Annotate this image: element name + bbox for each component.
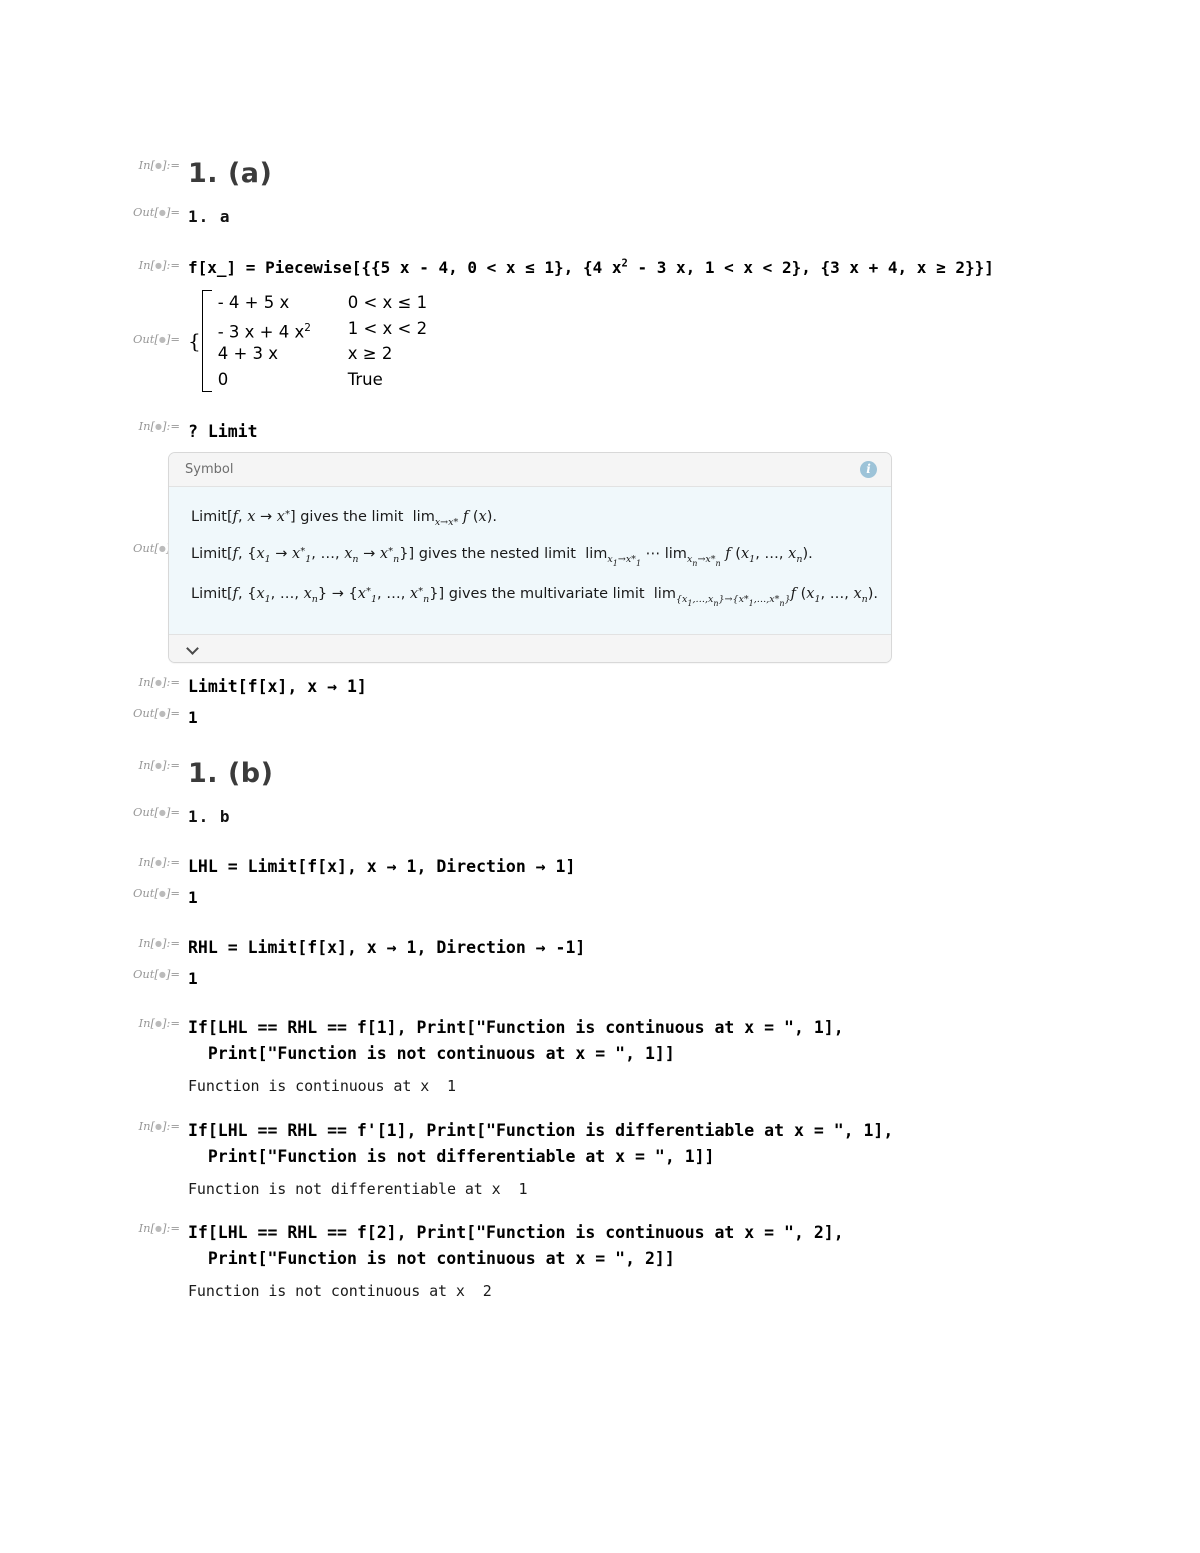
- cell-lhl-output[interactable]: Out[●]= 1: [128, 886, 1028, 907]
- piecewise-exponent: 2: [304, 321, 311, 334]
- cell-piecewise-output[interactable]: Out[●]= { - 4 + 5 x 0 < x ≤ 1 - 3 x + 4 …: [128, 290, 1028, 392]
- cell-title-a-input[interactable]: In[●]:= 1. (a): [128, 158, 1028, 189]
- help-query-code: ? Limit: [188, 422, 258, 441]
- lhl-result: 1: [188, 888, 198, 907]
- cell-title-b-input[interactable]: In[●]:= 1. (b): [128, 758, 1028, 789]
- if-differentiable-line1: If[LHL == RHL == f'[1], Print["Function …: [188, 1121, 894, 1140]
- doc-line-single-limit: Limit[f, x → x*] gives the limit limx→x*…: [191, 509, 497, 528]
- in-label: In[●]:=: [138, 1016, 180, 1030]
- out-label: Out[●]=: [132, 886, 180, 900]
- title-b-text: 1. (b): [188, 758, 274, 789]
- info-icon[interactable]: i: [860, 461, 877, 478]
- piecewise-rows: - 4 + 5 x 0 < x ≤ 1 - 3 x + 4 x2 1 < x <…: [218, 290, 427, 392]
- cell-if-continuity-1-input[interactable]: In[●]:= If[LHL == RHL == f[1], Print["Fu…: [128, 1015, 1188, 1066]
- if-continuity-1-line1: If[LHL == RHL == f[1], Print["Function i…: [188, 1018, 844, 1037]
- cell-help-query-input[interactable]: In[●]:= ? Limit: [128, 419, 1028, 445]
- print-output-not-differentiable: Function is not differentiable at x 1: [188, 1180, 528, 1198]
- cell-limit-output[interactable]: Out[●]= 1: [128, 706, 1028, 727]
- piecewise-condition: 1 < x < 2: [347, 318, 428, 338]
- cell-lhl-input[interactable]: In[●]:= LHL = Limit[f[x], x → 1, Directi…: [128, 854, 1028, 880]
- piecewise-expr: 4 + 3 x: [217, 344, 279, 364]
- cell-limit-input[interactable]: In[●]:= Limit[f[x], x → 1]: [128, 674, 1028, 700]
- doc-line-nested-limit: Limit[f, {x1 → x*1, …, xn → x*n}] gives …: [191, 545, 813, 568]
- piecewise-expr: - 3 x + 4 x2: [217, 321, 311, 342]
- doc-expand-footer[interactable]: [169, 633, 891, 662]
- piecewise-code-text: f[x_] = Piecewise[{{5 x - 4, 0 < x ≤ 1},…: [188, 258, 994, 278]
- piecewise-expr: 0: [217, 369, 229, 389]
- piecewise-brace: {: [188, 329, 201, 353]
- piecewise-matrix: { - 4 + 5 x 0 < x ≤ 1 - 3 x + 4 x2 1 < x…: [188, 290, 1028, 392]
- piecewise-condition: x ≥ 2: [347, 344, 393, 364]
- in-label: In[●]:=: [138, 1221, 180, 1235]
- lhl-code: LHL = Limit[f[x], x → 1, Direction → 1]: [188, 857, 576, 876]
- cell-title-b-output[interactable]: Out[●]= 1. b: [128, 805, 1028, 826]
- if-continuity-1-line2: Print["Function is not continuous at x =…: [188, 1043, 675, 1063]
- if-continuity-2-line2: Print["Function is not continuous at x =…: [188, 1248, 675, 1268]
- limit-result: 1: [188, 708, 198, 727]
- in-label: In[●]:=: [138, 258, 180, 272]
- print-output-continuous-1: Function is continuous at x 1: [188, 1077, 456, 1095]
- in-label: In[●]:=: [138, 758, 180, 772]
- cell-piecewise-input[interactable]: In[●]:= f[x_] = Piecewise[{{5 x - 4, 0 <…: [128, 256, 1168, 281]
- doc-body: Limit[f, x → x*] gives the limit limx→x*…: [169, 487, 891, 634]
- doc-line-multivariate-limit: Limit[f, {x1, …, xn} → {x*1, …, x*n}] gi…: [191, 585, 879, 608]
- cell-if-continuity-1-print[interactable]: Function is continuous at x 1: [128, 1077, 1028, 1095]
- title-a-text: 1. (a): [188, 158, 273, 189]
- cell-if-continuity-2-input[interactable]: In[●]:= If[LHL == RHL == f[2], Print["Fu…: [128, 1220, 1188, 1271]
- piecewise-condition: True: [347, 369, 383, 389]
- if-differentiable-line2: Print["Function is not differentiable at…: [188, 1146, 715, 1166]
- piecewise-definition-code: f[x_] = Piecewise[{{5 x - 4, 0 < x ≤ 1},…: [188, 256, 1168, 281]
- piecewise-expr: - 4 + 5 x: [217, 293, 290, 313]
- cell-rhl-input[interactable]: In[●]:= RHL = Limit[f[x], x → 1, Directi…: [128, 935, 1028, 961]
- in-label: In[●]:=: [138, 1119, 180, 1133]
- chevron-down-icon[interactable]: [187, 642, 200, 655]
- cell-if-differentiable-print[interactable]: Function is not differentiable at x 1: [128, 1180, 1028, 1198]
- rhl-code: RHL = Limit[f[x], x → 1, Direction → -1]: [188, 938, 586, 957]
- print-output-not-continuous-2: Function is not continuous at x 2: [188, 1282, 492, 1300]
- out-label: Out[●]=: [132, 967, 180, 981]
- rhl-result: 1: [188, 969, 198, 988]
- in-label: In[●]:=: [138, 855, 180, 869]
- in-label: In[●]:=: [138, 158, 180, 172]
- mathematica-notebook: In[●]:= 1. (a) Out[●]= 1. a In[●]:= f[x_…: [0, 0, 1200, 1553]
- if-continuity-2-line1: If[LHL == RHL == f[2], Print["Function i…: [188, 1223, 844, 1242]
- out-label: Out[●]=: [132, 706, 180, 720]
- limit-documentation-box: Symbol i Limit[f, x → x*] gives the limi…: [168, 452, 892, 663]
- in-label: In[●]:=: [138, 675, 180, 689]
- in-label: In[●]:=: [138, 936, 180, 950]
- cell-rhl-output[interactable]: Out[●]= 1: [128, 967, 1028, 988]
- out-label: Out[●]=: [132, 332, 180, 346]
- out-label: Out[●]=: [132, 205, 180, 219]
- in-label: In[●]:=: [138, 419, 180, 433]
- out-label: Out[●]=: [132, 805, 180, 819]
- doc-header-label: Symbol: [185, 462, 234, 477]
- cell-if-continuity-2-print[interactable]: Function is not continuous at x 2: [128, 1282, 1028, 1300]
- title-a-output-text: 1. a: [188, 207, 231, 226]
- cell-if-differentiable-input[interactable]: In[●]:= If[LHL == RHL == f'[1], Print["F…: [128, 1118, 1188, 1169]
- doc-header: Symbol i: [169, 453, 891, 487]
- cell-title-a-output[interactable]: Out[●]= 1. a: [128, 205, 1028, 226]
- piecewise-condition: 0 < x ≤ 1: [347, 293, 428, 313]
- limit-code: Limit[f[x], x → 1]: [188, 677, 367, 696]
- piecewise-bracket: [201, 290, 212, 392]
- title-b-output-text: 1. b: [188, 807, 231, 826]
